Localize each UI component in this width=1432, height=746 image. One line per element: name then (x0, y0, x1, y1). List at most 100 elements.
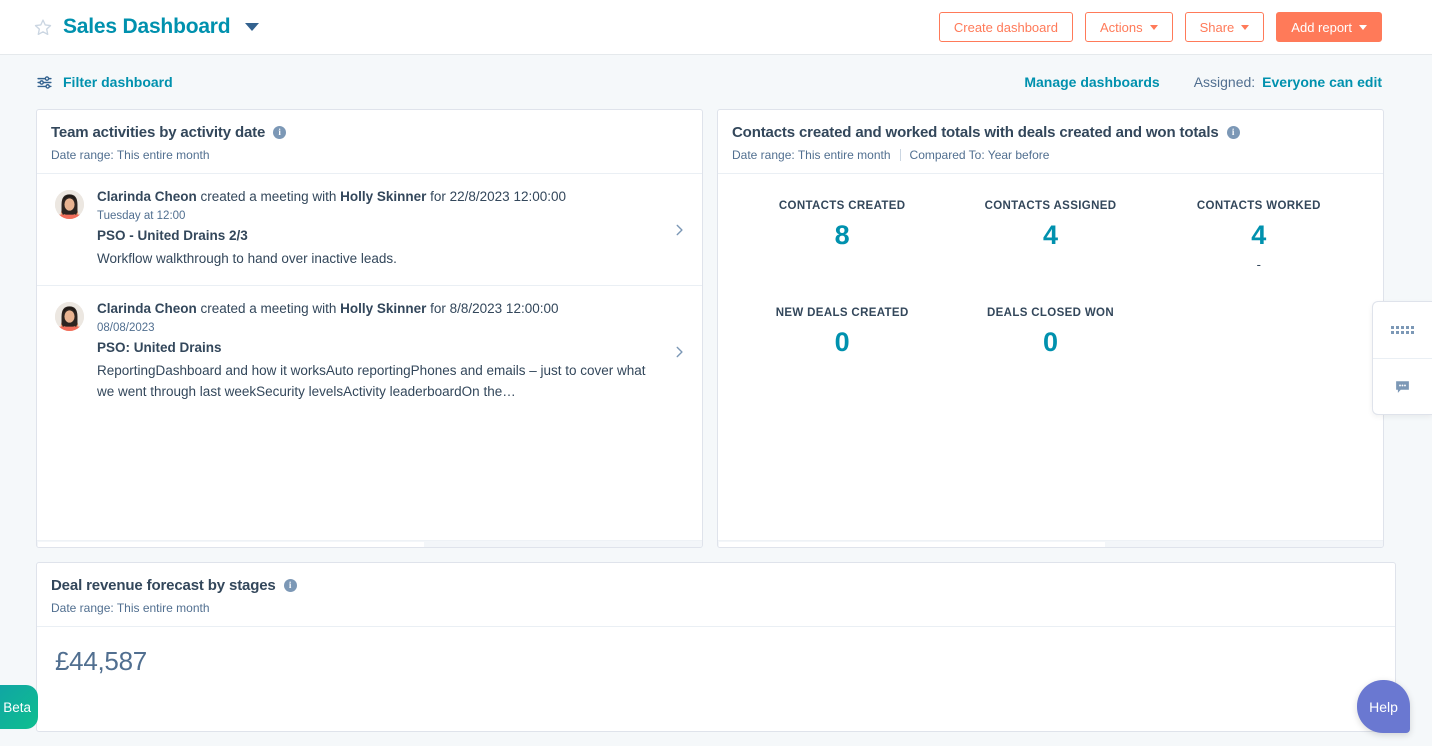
card-subtitle: Date range: This entire month (51, 601, 1379, 615)
card-header: Team activities by activity date i Date … (37, 110, 702, 174)
chevron-down-icon (1241, 24, 1250, 30)
kpi-delta (946, 365, 1154, 379)
dashboard-title-group: Sales Dashboard (34, 15, 260, 39)
activity-suffix: for 22/8/2023 12:00:00 (426, 189, 566, 204)
activity-description: Workflow walkthrough to hand over inacti… (97, 251, 397, 267)
avatar-image (55, 302, 84, 332)
activity-headline: Clarinda Cheon created a meeting with Ho… (97, 300, 656, 318)
activity-action: created a meeting with (196, 301, 341, 317)
add-report-label: Add report (1291, 19, 1352, 35)
filter-dashboard-button[interactable]: Filter dashboard (36, 74, 173, 91)
activity-timestamp: Tuesday at 12:00 (97, 210, 186, 223)
chevron-down-icon (1359, 24, 1367, 30)
kpi-label: NEW DEALS CREATED (775, 307, 909, 320)
activity-actor: Clarinda Cheon (97, 189, 197, 204)
kpi-delta (1155, 316, 1363, 330)
manage-dashboards-link[interactable]: Manage dashboards (1024, 74, 1159, 90)
create-dashboard-button[interactable]: Create dashboard (938, 12, 1073, 42)
revenue-body: £44,587 (37, 627, 1395, 677)
chevron-right-icon[interactable] (672, 345, 686, 359)
card-title: Deal revenue forecast by stages (51, 577, 276, 594)
filter-dashboard-label: Filter dashboard (63, 74, 173, 90)
assigned-label: Assigned: (1193, 74, 1256, 90)
side-widget-drag-handle[interactable] (1373, 302, 1432, 358)
beta-badge[interactable]: Beta (0, 685, 38, 729)
kpi-value: 0 (834, 327, 850, 358)
page-title: Sales Dashboard (63, 15, 231, 38)
card-header: Contacts created and worked totals with … (718, 110, 1383, 174)
kpi-area: CONTACTS CREATED 8 CONTACTS ASSIGNED 4 C… (718, 174, 1383, 379)
kpi-contacts-assigned: CONTACTS ASSIGNED 4 (946, 200, 1154, 271)
kpi-label: CONTACTS WORKED (1196, 200, 1321, 212)
filter-bar-right: Manage dashboards Assigned: Everyone can… (1024, 74, 1382, 90)
add-report-button[interactable]: Add report (1276, 12, 1382, 42)
horizontal-scrollbar[interactable] (718, 540, 1383, 547)
activity-timestamp: 08/08/2023 (97, 322, 155, 335)
list-item[interactable]: Clarinda Cheon created a meeting with Ho… (37, 286, 702, 418)
subtitle-divider (899, 149, 901, 161)
kpi-row: NEW DEALS CREATED 0 DEALS CLOSED WON 0 (738, 307, 1363, 378)
favorite-star-icon[interactable] (34, 18, 52, 36)
create-dashboard-label: Create dashboard (953, 19, 1058, 35)
horizontal-scrollbar[interactable] (37, 540, 702, 547)
card-header: Deal revenue forecast by stages i Date r… (37, 563, 1395, 627)
card-title-line: Deal revenue forecast by stages i (51, 577, 1379, 594)
activity-description: ReportingDashboard and how it worksAuto … (97, 363, 646, 400)
kpi-label: CONTACTS CREATED (778, 200, 906, 212)
activity-suffix: for 8/8/2023 12:00:00 (426, 301, 559, 317)
kpi-contacts-created: CONTACTS CREATED 8 (738, 200, 946, 271)
activity-action: created a meeting with (196, 189, 341, 204)
beta-badge-label: Beta (3, 699, 31, 715)
dashboard-grid: Team activities by activity date i Date … (0, 109, 1432, 732)
card-date-range: Date range: This entire month (51, 601, 210, 615)
card-compared-to: Compared To: Year before (909, 148, 1050, 162)
card-title: Team activities by activity date (51, 124, 266, 141)
avatar-image (55, 190, 84, 219)
sliders-icon (37, 75, 52, 89)
share-button[interactable]: Share (1184, 12, 1265, 42)
dashboard-row-2: Deal revenue forecast by stages i Date r… (36, 562, 1396, 732)
card-team-activities: Team activities by activity date i Date … (36, 109, 703, 548)
card-contacts-deals-totals: Contacts created and worked totals with … (717, 109, 1384, 548)
kpi-empty-slot (1155, 307, 1363, 378)
assigned-group: Assigned: Everyone can edit (1194, 74, 1382, 90)
card-title-line: Contacts created and worked totals with … (732, 124, 1367, 141)
activity-body: Clarinda Cheon created a meeting with Ho… (97, 188, 686, 270)
kpi-contacts-worked: CONTACTS WORKED 4 - (1155, 200, 1363, 272)
help-button[interactable]: Help (1357, 680, 1410, 733)
dashboard-row-1: Team activities by activity date i Date … (36, 109, 1396, 548)
list-item[interactable]: Clarinda Cheon created a meeting with Ho… (37, 174, 702, 287)
info-icon[interactable]: i (273, 126, 287, 139)
avatar (55, 190, 84, 219)
kpi-deals-closed-won: DEALS CLOSED WON 0 (946, 307, 1154, 378)
help-button-label: Help (1369, 698, 1398, 715)
star-outline-icon (34, 19, 52, 36)
kpi-delta (738, 365, 946, 379)
card-deal-revenue-forecast: Deal revenue forecast by stages i Date r… (36, 562, 1396, 732)
assigned-value-link[interactable]: Everyone can edit (1262, 74, 1382, 90)
kpi-value: 0 (1042, 327, 1058, 358)
card-date-range: Date range: This entire month (51, 148, 210, 162)
grip-dots-icon (1391, 326, 1414, 334)
activity-subject: PSO - United Drains 2/3 (97, 228, 248, 244)
side-widget (1372, 301, 1432, 415)
actions-button[interactable]: Actions (1084, 12, 1173, 42)
kpi-delta (738, 257, 946, 271)
top-bar-actions: Create dashboard Actions Share Add repor… (938, 12, 1382, 42)
chevron-right-icon[interactable] (672, 223, 686, 237)
card-subtitle: Date range: This entire month Compared T… (732, 148, 1367, 162)
kpi-label: DEALS CLOSED WON (986, 307, 1114, 320)
kpi-value: 8 (834, 220, 850, 250)
side-widget-chat-button[interactable] (1373, 358, 1432, 414)
card-subtitle: Date range: This entire month (51, 148, 686, 162)
chat-bubble-icon (1396, 381, 1409, 393)
kpi-delta (946, 257, 1154, 271)
chevron-down-icon (1149, 24, 1158, 30)
info-icon[interactable]: i (1226, 126, 1240, 139)
info-icon[interactable]: i (283, 579, 297, 592)
avatar (55, 302, 84, 332)
activity-subject: PSO: United Drains (97, 340, 222, 356)
chevron-down-icon[interactable] (245, 23, 260, 31)
filter-bar: Filter dashboard Manage dashboards Assig… (0, 55, 1432, 109)
card-date-range: Date range: This entire month (732, 148, 891, 162)
